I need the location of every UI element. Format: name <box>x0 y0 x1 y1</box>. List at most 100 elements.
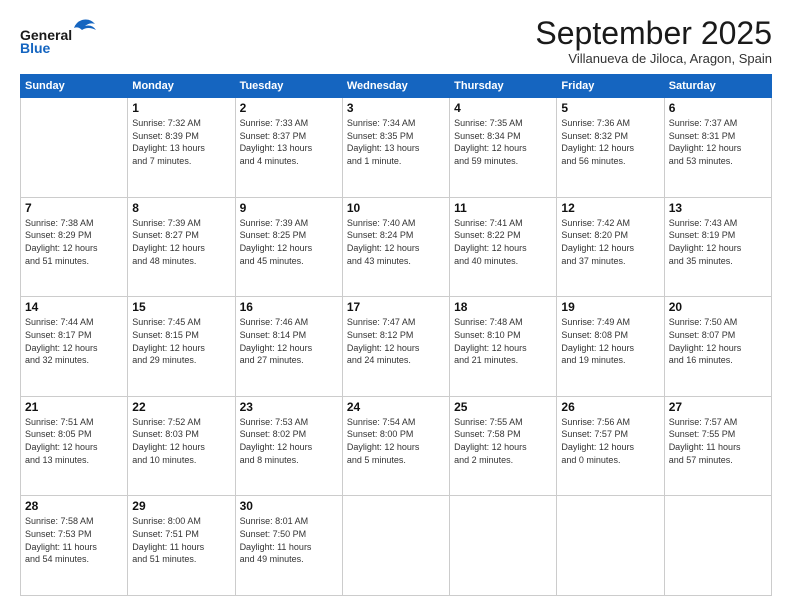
cell-day-number: 7 <box>25 201 123 215</box>
cell-day-number: 22 <box>132 400 230 414</box>
cell-info: Sunrise: 7:34 AM Sunset: 8:35 PM Dayligh… <box>347 117 445 167</box>
col-monday: Monday <box>128 75 235 98</box>
cell-day-number: 11 <box>454 201 552 215</box>
table-cell: 22Sunrise: 7:52 AM Sunset: 8:03 PM Dayli… <box>128 396 235 496</box>
cell-info: Sunrise: 8:01 AM Sunset: 7:50 PM Dayligh… <box>240 515 338 565</box>
cell-info: Sunrise: 7:53 AM Sunset: 8:02 PM Dayligh… <box>240 416 338 466</box>
table-cell: 26 Sunrise: 7:56 AM Sunset: 7:57 PM Dayli… <box>557 396 664 496</box>
cell-day-number: 30 <box>240 499 338 513</box>
cell-info: Sunrise: 7:39 AM Sunset: 8:25 PM Dayligh… <box>240 217 338 267</box>
cell-info: Sunrise: 7:48 AM Sunset: 8:10 PM Dayligh… <box>454 316 552 366</box>
cell-info: Sunrise: 7:38 AM Sunset: 8:29 PM Dayligh… <box>25 217 123 267</box>
table-cell: 16 Sunrise: 7:46 AM Sunset: 8:14 PM Dayli… <box>235 297 342 397</box>
cell-day-number: 8 <box>132 201 230 215</box>
cell-day-number: 13 <box>669 201 767 215</box>
cell-day-number: 15 <box>132 300 230 314</box>
table-cell: 12 Sunrise: 7:42 AM Sunset: 8:20 PM Dayli… <box>557 197 664 297</box>
cell-day-number: 27 <box>669 400 767 414</box>
cell-info: Sunrise: 7:39 AM Sunset: 8:27 PM Dayligh… <box>132 217 230 267</box>
cell-day-number: 23 <box>240 400 338 414</box>
cell-day-number: 17 <box>347 300 445 314</box>
table-cell: 17Sunrise: 7:47 AM Sunset: 8:12 PM Dayli… <box>342 297 449 397</box>
location-subtitle: Villanueva de Jiloca, Aragon, Spain <box>535 51 772 66</box>
cell-info: Sunrise: 7:51 AM Sunset: 8:05 PM Dayligh… <box>25 416 123 466</box>
cell-info: Sunrise: 7:37 AM Sunset: 8:31 PM Dayligh… <box>669 117 767 167</box>
cell-day-number: 3 <box>347 101 445 115</box>
table-cell: 10 Sunrise: 7:40 AM Sunset: 8:24 PM Dayli… <box>342 197 449 297</box>
cell-info: Sunrise: 7:50 AM Sunset: 8:07 PM Dayligh… <box>669 316 767 366</box>
table-cell: 30 Sunrise: 8:01 AM Sunset: 7:50 PM Dayli… <box>235 496 342 596</box>
cell-day-number: 24 <box>347 400 445 414</box>
table-cell: 21Sunrise: 7:51 AM Sunset: 8:05 PM Dayli… <box>21 396 128 496</box>
week-row-5: 28Sunrise: 7:58 AM Sunset: 7:53 PM Dayli… <box>21 496 772 596</box>
table-cell: 1 Sunrise: 7:32 AM Sunset: 8:39 PM Daylig… <box>128 98 235 198</box>
cell-info: Sunrise: 7:40 AM Sunset: 8:24 PM Dayligh… <box>347 217 445 267</box>
cell-info: Sunrise: 7:58 AM Sunset: 7:53 PM Dayligh… <box>25 515 123 565</box>
table-cell: 3 Sunrise: 7:34 AM Sunset: 8:35 PM Daylig… <box>342 98 449 198</box>
cell-info: Sunrise: 7:32 AM Sunset: 8:39 PM Dayligh… <box>132 117 230 167</box>
cell-day-number: 26 <box>561 400 659 414</box>
col-wednesday: Wednesday <box>342 75 449 98</box>
cell-day-number: 10 <box>347 201 445 215</box>
cell-day-number: 14 <box>25 300 123 314</box>
cell-day-number: 20 <box>669 300 767 314</box>
cell-day-number: 2 <box>240 101 338 115</box>
cell-day-number: 16 <box>240 300 338 314</box>
cell-info: Sunrise: 7:54 AM Sunset: 8:00 PM Dayligh… <box>347 416 445 466</box>
col-sunday: Sunday <box>21 75 128 98</box>
cell-day-number: 6 <box>669 101 767 115</box>
cell-info: Sunrise: 7:45 AM Sunset: 8:15 PM Dayligh… <box>132 316 230 366</box>
table-cell: 20 Sunrise: 7:50 AM Sunset: 8:07 PM Dayli… <box>664 297 771 397</box>
table-cell: 11Sunrise: 7:41 AM Sunset: 8:22 PM Dayli… <box>450 197 557 297</box>
cell-info: Sunrise: 7:44 AM Sunset: 8:17 PM Dayligh… <box>25 316 123 366</box>
cell-info: Sunrise: 8:00 AM Sunset: 7:51 PM Dayligh… <box>132 515 230 565</box>
table-cell: 19Sunrise: 7:49 AM Sunset: 8:08 PM Dayli… <box>557 297 664 397</box>
table-cell: 29 Sunrise: 8:00 AM Sunset: 7:51 PM Dayli… <box>128 496 235 596</box>
cell-info: Sunrise: 7:35 AM Sunset: 8:34 PM Dayligh… <box>454 117 552 167</box>
table-cell: 13 Sunrise: 7:43 AM Sunset: 8:19 PM Dayli… <box>664 197 771 297</box>
table-cell <box>342 496 449 596</box>
cell-day-number: 9 <box>240 201 338 215</box>
week-row-2: 7 Sunrise: 7:38 AM Sunset: 8:29 PM Daylig… <box>21 197 772 297</box>
table-cell: 8 Sunrise: 7:39 AM Sunset: 8:27 PM Daylig… <box>128 197 235 297</box>
logo: General Blue <box>20 16 100 59</box>
logo-block: General Blue <box>20 16 100 59</box>
logo-svg: General Blue <box>20 16 100 54</box>
week-row-4: 21Sunrise: 7:51 AM Sunset: 8:05 PM Dayli… <box>21 396 772 496</box>
cell-info: Sunrise: 7:33 AM Sunset: 8:37 PM Dayligh… <box>240 117 338 167</box>
cell-info: Sunrise: 7:46 AM Sunset: 8:14 PM Dayligh… <box>240 316 338 366</box>
table-cell: 9 Sunrise: 7:39 AM Sunset: 8:25 PM Daylig… <box>235 197 342 297</box>
col-thursday: Thursday <box>450 75 557 98</box>
cell-info: Sunrise: 7:55 AM Sunset: 7:58 PM Dayligh… <box>454 416 552 466</box>
cell-day-number: 5 <box>561 101 659 115</box>
col-saturday: Saturday <box>664 75 771 98</box>
svg-text:Blue: Blue <box>20 40 51 54</box>
table-cell: 27 Sunrise: 7:57 AM Sunset: 7:55 PM Dayli… <box>664 396 771 496</box>
table-cell <box>450 496 557 596</box>
title-block: September 2025 Villanueva de Jiloca, Ara… <box>535 16 772 66</box>
cell-info: Sunrise: 7:36 AM Sunset: 8:32 PM Dayligh… <box>561 117 659 167</box>
week-row-1: 1 Sunrise: 7:32 AM Sunset: 8:39 PM Daylig… <box>21 98 772 198</box>
cell-day-number: 19 <box>561 300 659 314</box>
cell-info: Sunrise: 7:56 AM Sunset: 7:57 PM Dayligh… <box>561 416 659 466</box>
cell-day-number: 1 <box>132 101 230 115</box>
table-cell: 14 Sunrise: 7:44 AM Sunset: 8:17 PM Dayli… <box>21 297 128 397</box>
table-cell: 18 Sunrise: 7:48 AM Sunset: 8:10 PM Dayli… <box>450 297 557 397</box>
cell-day-number: 29 <box>132 499 230 513</box>
cell-info: Sunrise: 7:57 AM Sunset: 7:55 PM Dayligh… <box>669 416 767 466</box>
table-cell: 24 Sunrise: 7:54 AM Sunset: 8:00 PM Dayli… <box>342 396 449 496</box>
table-cell: 28Sunrise: 7:58 AM Sunset: 7:53 PM Dayli… <box>21 496 128 596</box>
table-cell <box>21 98 128 198</box>
week-row-3: 14 Sunrise: 7:44 AM Sunset: 8:17 PM Dayli… <box>21 297 772 397</box>
table-cell: 5 Sunrise: 7:36 AM Sunset: 8:32 PM Daylig… <box>557 98 664 198</box>
cell-day-number: 12 <box>561 201 659 215</box>
table-cell: 25Sunrise: 7:55 AM Sunset: 7:58 PM Dayli… <box>450 396 557 496</box>
table-cell: 7 Sunrise: 7:38 AM Sunset: 8:29 PM Daylig… <box>21 197 128 297</box>
cell-info: Sunrise: 7:42 AM Sunset: 8:20 PM Dayligh… <box>561 217 659 267</box>
table-cell: 15 Sunrise: 7:45 AM Sunset: 8:15 PM Dayli… <box>128 297 235 397</box>
cell-day-number: 18 <box>454 300 552 314</box>
col-tuesday: Tuesday <box>235 75 342 98</box>
col-friday: Friday <box>557 75 664 98</box>
table-cell <box>664 496 771 596</box>
cell-info: Sunrise: 7:43 AM Sunset: 8:19 PM Dayligh… <box>669 217 767 267</box>
